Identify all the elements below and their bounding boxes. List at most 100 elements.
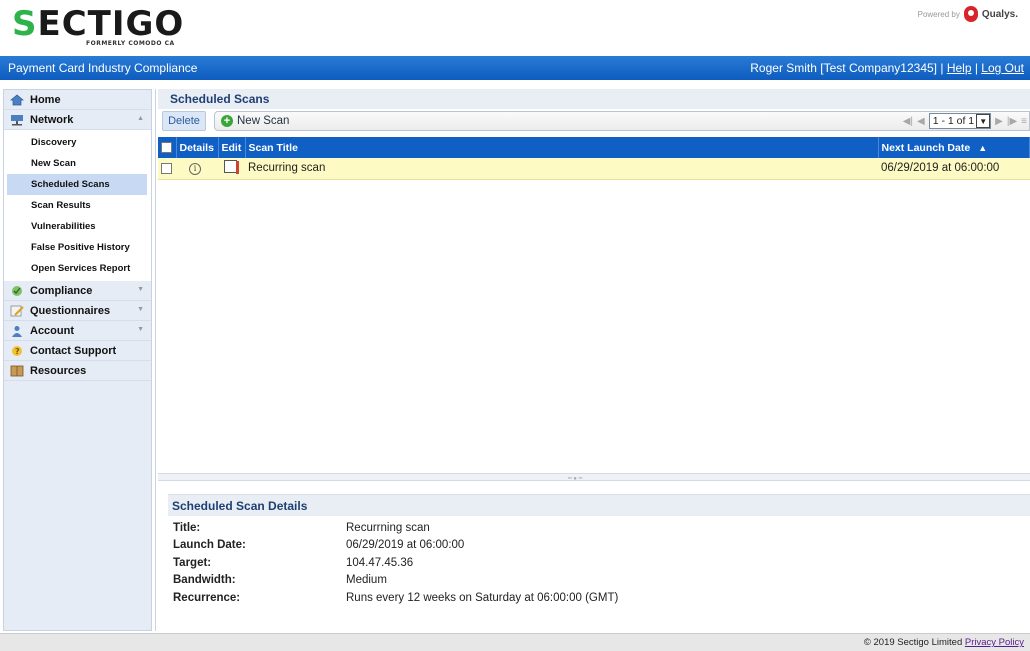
privacy-policy-link[interactable]: Privacy Policy: [965, 637, 1024, 648]
column-header-edit[interactable]: Edit: [218, 137, 246, 158]
plus-icon: +: [221, 115, 233, 127]
info-icon[interactable]: i: [189, 162, 201, 175]
divider: [155, 89, 156, 631]
chevron-up-icon[interactable]: ▲: [137, 115, 144, 122]
chevron-down-icon[interactable]: ▼: [137, 326, 144, 333]
row-checkbox[interactable]: [161, 162, 172, 174]
row-next-launch-date: 06/29/2019 at 06:00:00: [881, 162, 1000, 175]
detail-row-title: Title: Recurrning scan: [168, 519, 1030, 537]
network-icon: [11, 114, 23, 125]
svg-text:?: ?: [15, 347, 20, 356]
sidebar-subitem-discovery[interactable]: Discovery: [4, 132, 151, 153]
select-all-checkbox[interactable]: [161, 142, 172, 154]
footer-text: © 2019 Sectigo Limited Privacy Policy: [864, 637, 1024, 648]
book-icon: [10, 365, 24, 376]
network-submenu: Discovery New Scan Scheduled Scans Scan …: [4, 130, 151, 281]
first-page-icon[interactable]: ◀|: [903, 116, 913, 127]
column-header-scan-title[interactable]: Scan Title: [245, 137, 879, 158]
column-header-label: Next Launch Date: [881, 141, 971, 154]
detail-row-recurrence: Recurrence: Runs every 12 weeks on Satur…: [168, 589, 1030, 607]
edit-icon[interactable]: [224, 160, 239, 175]
detail-label: Title:: [173, 521, 201, 534]
column-header-details[interactable]: Details: [176, 137, 219, 158]
chevron-down-icon: ▼: [976, 114, 991, 128]
row-select-cell: [158, 158, 176, 179]
sort-ascending-icon: ▲: [978, 142, 988, 153]
page-title: Scheduled Scans: [158, 89, 1030, 109]
sidebar-subitem-vulnerabilities[interactable]: Vulnerabilities: [4, 216, 151, 237]
sidebar-item-label: Network: [30, 113, 74, 126]
logo-subtitle: FORMERLY COMODO CA: [86, 40, 175, 47]
qualys-shield-icon: [963, 6, 978, 22]
new-scan-label: New Scan: [237, 115, 290, 127]
sidebar-subitem-scheduled-scans[interactable]: Scheduled Scans: [7, 174, 147, 195]
sidebar-item-questionnaires[interactable]: Questionnaires ▼: [4, 301, 151, 321]
chevron-down-icon[interactable]: ▼: [137, 286, 144, 293]
row-details-cell: i: [176, 158, 218, 179]
new-scan-bar: + New Scan ◀| ◀ 1 - 1 of 1 ▼ ▶ |▶ ≡: [214, 111, 1030, 131]
row-scan-title: Recurring scan: [248, 162, 326, 175]
sidebar-subitem-new-scan[interactable]: New Scan: [4, 153, 151, 174]
sidebar-item-label: Compliance: [30, 284, 93, 297]
app-title: Payment Card Industry Compliance: [8, 61, 198, 75]
page-select[interactable]: 1 - 1 of 1 ▼: [928, 113, 992, 129]
support-icon: ?: [12, 345, 22, 356]
footer: © 2019 Sectigo Limited Privacy Policy: [0, 633, 1030, 651]
sidebar-item-contact-support[interactable]: ? Contact Support: [4, 341, 151, 361]
next-page-icon[interactable]: ▶: [995, 116, 1003, 127]
column-header-next-launch-date[interactable]: Next Launch Date ▲: [878, 137, 1030, 158]
home-icon: [10, 94, 24, 105]
splitter-grip-icon[interactable]: ━ ● ━: [568, 475, 582, 482]
details-body: Title: Recurrning scan Launch Date: 06/2…: [168, 516, 1030, 607]
detail-label: Bandwidth:: [173, 574, 236, 587]
scan-table-wrap: Details Edit Scan Title Next Launch Date…: [158, 137, 1030, 180]
user-area: Roger Smith [Test Company12345] | Help |…: [750, 61, 1024, 75]
new-scan-button[interactable]: + New Scan: [215, 115, 289, 127]
user-name: Roger Smith [Test Company12345]: [750, 61, 938, 75]
detail-value: Recurrning scan: [346, 521, 430, 534]
row-edit-cell: [218, 158, 245, 179]
detail-row-target: Target: 104.47.45.36: [168, 554, 1030, 572]
logo-text-rest: ECTIGO: [37, 4, 185, 44]
sidebar-item-label: Contact Support: [30, 344, 117, 357]
questionnaire-icon: [10, 305, 24, 316]
pager: ◀| ◀ 1 - 1 of 1 ▼ ▶ |▶ ≡: [903, 113, 1027, 129]
powered-by-label: Powered by: [917, 9, 960, 19]
panel-splitter[interactable]: ━ ● ━: [158, 473, 1030, 482]
powered-by-qualys: Powered by Qualys.: [918, 6, 1018, 22]
table-header-row: Details Edit Scan Title Next Launch Date…: [158, 137, 1030, 158]
sectigo-logo[interactable]: SECTIGO FORMERLY COMODO CA: [12, 6, 184, 47]
table-row[interactable]: i Recurring scan 06/29/2019 at 06:00:00: [158, 158, 1030, 179]
compliance-icon: [12, 285, 22, 296]
sidebar-item-label: Resources: [30, 364, 87, 377]
sidebar-item-home[interactable]: Home: [4, 90, 151, 110]
sidebar-item-compliance[interactable]: Compliance ▼: [4, 281, 151, 301]
detail-value: 06/29/2019 at 06:00:00: [346, 539, 465, 552]
delete-button[interactable]: Delete: [162, 111, 206, 131]
sidebar-subitem-open-services-report[interactable]: Open Services Report: [4, 258, 151, 279]
chevron-down-icon[interactable]: ▼: [137, 306, 144, 313]
sidebar-item-account[interactable]: Account ▼: [4, 321, 151, 341]
help-link[interactable]: Help: [947, 61, 972, 75]
prev-page-icon[interactable]: ◀: [917, 116, 925, 127]
detail-label: Launch Date:: [173, 539, 246, 552]
sidebar-subitem-scan-results[interactable]: Scan Results: [4, 195, 151, 216]
details-title: Scheduled Scan Details: [168, 494, 1030, 516]
separator: |: [971, 61, 982, 75]
sidebar-subitem-false-positive-history[interactable]: False Positive History: [4, 237, 151, 258]
detail-row-bandwidth: Bandwidth: Medium: [168, 572, 1030, 590]
detail-row-launch-date: Launch Date: 06/29/2019 at 06:00:00: [168, 537, 1030, 555]
detail-value: Medium: [346, 574, 387, 587]
collapse-icon[interactable]: ≡: [1021, 116, 1027, 127]
logout-link[interactable]: Log Out: [981, 61, 1024, 75]
sidebar-item-resources[interactable]: Resources: [4, 361, 151, 381]
main-panel: Scheduled Scans Delete + New Scan ◀| ◀ 1…: [158, 89, 1030, 631]
sidebar-item-label: Account: [30, 324, 74, 337]
grid-toolbar: Delete + New Scan ◀| ◀ 1 - 1 of 1 ▼ ▶ |▶…: [158, 109, 1030, 133]
sidebar-item-network[interactable]: Network ▲: [4, 110, 151, 130]
account-icon: [12, 325, 22, 337]
logo-text: SECTIGO: [12, 4, 185, 44]
scan-table: Details Edit Scan Title Next Launch Date…: [158, 137, 1030, 180]
last-page-icon[interactable]: |▶: [1007, 116, 1017, 127]
scan-details-panel: Scheduled Scan Details Title: Recurrning…: [168, 494, 1030, 607]
